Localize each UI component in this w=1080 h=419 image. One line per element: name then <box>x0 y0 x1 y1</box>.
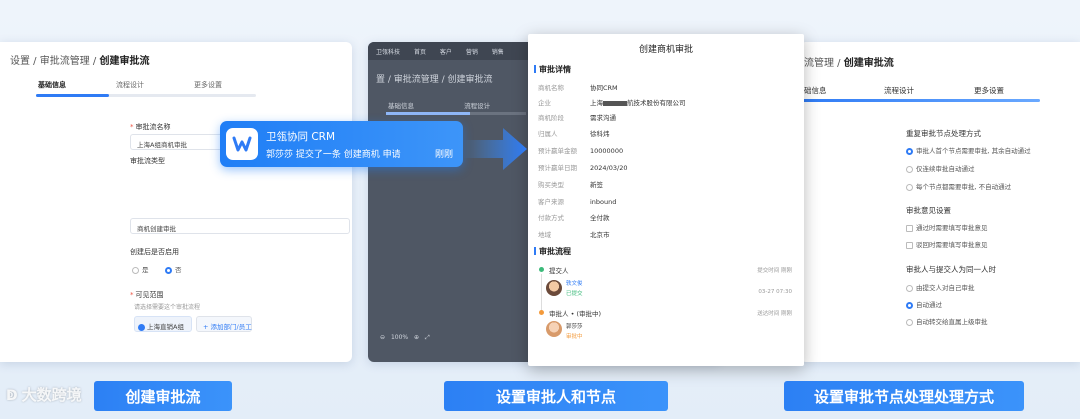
approver-time-label: 送达时间 刚刚 <box>757 311 792 317</box>
tab-flow-design[interactable]: 流程设计 <box>884 85 974 96</box>
submitter-dot <box>539 267 544 272</box>
approver-name: 郭莎莎 <box>566 324 583 330</box>
nav-home[interactable]: 首页 <box>414 49 426 56</box>
detail-row: 预计赢单金额 10000000 <box>538 147 624 155</box>
enable-label: 创建后是否启用 <box>130 248 179 256</box>
fullscreen-icon[interactable]: ⤢ <box>425 334 430 341</box>
scope-hint: 请选择需要这个审批流程 <box>134 304 201 311</box>
submitter-time: 03-27 07:30 <box>758 289 792 295</box>
detail-row: 购买类型 新签 <box>538 181 603 189</box>
approval-detail-card: 创建商机审批 审批详情 商机名称 协同CRM 企业 上海 航技术股份有限公司 商机阶段… <box>528 34 804 366</box>
breadcrumb[interactable]: 置 / 审批流管理 / 创建审批流 <box>376 72 493 85</box>
tab-flow-design[interactable]: 流程设计 <box>464 102 490 110</box>
add-member-button[interactable]: + 添加部门/员工 <box>196 316 252 332</box>
more-settings-panel: 流管理 / 创建审批流 础信息 流程设计 更多设置 重复审批节点处理方式 审批人… <box>800 42 1080 362</box>
detail-row: 客户来源 inbound <box>538 198 617 206</box>
zoom-level: 100% <box>390 334 409 341</box>
nav-customer[interactable]: 客户 <box>440 49 452 56</box>
tab-basic-info[interactable]: 础信息 <box>804 85 884 96</box>
notification-time: 刚刚 <box>434 150 453 160</box>
zoom-out-icon[interactable]: ⊖ <box>380 334 385 341</box>
same-person-title: 审批人与提交人为同一人时 <box>906 265 996 274</box>
type-select[interactable]: 商机创建审批 <box>130 218 350 234</box>
detail-row: 企业 上海 航技术股份有限公司 <box>538 99 686 107</box>
tab-basic-info[interactable]: 基础信息 <box>388 102 414 110</box>
notification-app-name: 卫瓴协同 CRM <box>266 131 336 143</box>
breadcrumb-current: 创建审批流 <box>99 56 150 67</box>
section-flow: 审批流程 <box>534 246 571 257</box>
avatar <box>546 321 562 337</box>
detail-row: 预计赢单日期 2024/03/20 <box>538 164 628 172</box>
breadcrumb-path[interactable]: 流管理 / <box>804 58 844 69</box>
group-icon <box>138 323 145 331</box>
same-opt-supervisor[interactable]: 自动转交给直属上级审批 <box>906 316 988 326</box>
nav-marketing[interactable]: 营销 <box>466 49 478 56</box>
same-opt-auto[interactable]: 自动通过 <box>906 299 942 309</box>
caption-set-handling: 设置审批节点处理处理方式 <box>784 381 1024 411</box>
submitter-label: 提交人 <box>549 267 569 275</box>
breadcrumb-path[interactable]: 设置 / 审批流管理 / <box>10 56 99 67</box>
watermark: ↁ 大数跨境 <box>6 386 82 404</box>
breadcrumb-current: 创建审批流 <box>843 58 894 69</box>
opinion-title: 审批意见设置 <box>906 206 951 215</box>
submitter-status: 已提交 <box>566 291 583 297</box>
duplicate-node-title: 重复审批节点处理方式 <box>906 129 981 138</box>
same-opt-self[interactable]: 由提交人对自己审批 <box>906 282 975 292</box>
scope-label: * 可见范围 <box>130 291 164 299</box>
arrow-right-icon <box>463 128 527 170</box>
caption-create-flow: 创建审批流 <box>94 381 232 411</box>
tab-more-settings[interactable]: 更多设置 <box>194 80 264 90</box>
section-detail: 审批详情 <box>534 64 571 75</box>
dup-opt-consecutive[interactable]: 仅连续审批自动通过 <box>906 163 975 173</box>
step-tabs: 基础信息 流程设计 更多设置 <box>38 80 264 90</box>
step-progress <box>36 94 256 97</box>
app-logo-icon <box>226 128 258 160</box>
caption-set-approver: 设置审批人和节点 <box>444 381 668 411</box>
tab-more-settings[interactable]: 更多设置 <box>974 85 1044 96</box>
type-label: 审批流类型 <box>130 157 165 165</box>
step-tabs: 础信息 流程设计 更多设置 <box>804 85 1044 96</box>
step-tabs: 基础信息 流程设计 <box>388 100 490 110</box>
submitter-time-label: 提交时间 刚刚 <box>757 268 792 274</box>
breadcrumb: 设置 / 审批流管理 / 创建审批流 <box>10 52 149 67</box>
redacted-mark <box>603 100 627 106</box>
opinion-reject-checkbox[interactable]: 驳回时需要填写审批意见 <box>906 239 988 249</box>
scope-tag[interactable]: 上海直销A组 <box>134 316 192 332</box>
create-flow-panel: 设置 / 审批流管理 / 创建审批流 基础信息 流程设计 更多设置 * 审批流名称… <box>0 42 352 362</box>
dup-opt-first[interactable]: 审批人首个节点需要审批, 其余自动通过 <box>906 145 1031 155</box>
approver-status: 审批中 <box>566 334 583 340</box>
step-progress <box>386 112 526 115</box>
detail-row: 商机名称 协同CRM <box>538 84 618 92</box>
zoom-in-icon[interactable]: ⊕ <box>414 334 419 341</box>
notification-text: 郭莎莎 提交了一条 创建商机 申请 <box>266 150 401 160</box>
nav-sales[interactable]: 销售 <box>492 49 504 56</box>
breadcrumb: 流管理 / 创建审批流 <box>804 54 894 69</box>
detail-row: 付款方式 全付款 <box>538 214 610 222</box>
detail-row: 地域 北京市 <box>538 231 610 239</box>
enable-no-radio[interactable]: 否 <box>165 264 182 274</box>
name-label: * 审批流名称 <box>130 123 171 131</box>
tab-basic-info[interactable]: 基础信息 <box>38 80 116 90</box>
step-progress <box>800 99 1040 102</box>
brand-logo: 卫瓴科技 <box>376 49 401 56</box>
detail-title: 创建商机审批 <box>638 45 693 55</box>
opinion-pass-checkbox[interactable]: 通过时需要填写审批意见 <box>906 222 988 232</box>
enable-yes-radio[interactable]: 是 <box>132 264 149 274</box>
tab-flow-design[interactable]: 流程设计 <box>116 80 194 90</box>
approver-dot <box>539 310 544 315</box>
detail-row: 商机阶段 需求沟通 <box>538 114 616 122</box>
avatar <box>546 280 562 296</box>
submitter-name: 轶文俊 <box>566 281 583 287</box>
dup-opt-every[interactable]: 每个节点都需要审批, 不自动通过 <box>906 181 1011 191</box>
approver-label: 审批人 • (审批中) <box>549 310 602 318</box>
approval-notification[interactable]: 卫瓴协同 CRM 郭莎莎 提交了一条 创建商机 申请 刚刚 <box>220 121 463 167</box>
zoom-controls: ⊖ 100% ⊕ ⤢ <box>380 334 430 342</box>
detail-row: 归属人 徐科炜 <box>538 130 610 138</box>
watermark-logo-icon: ↁ <box>6 388 18 404</box>
